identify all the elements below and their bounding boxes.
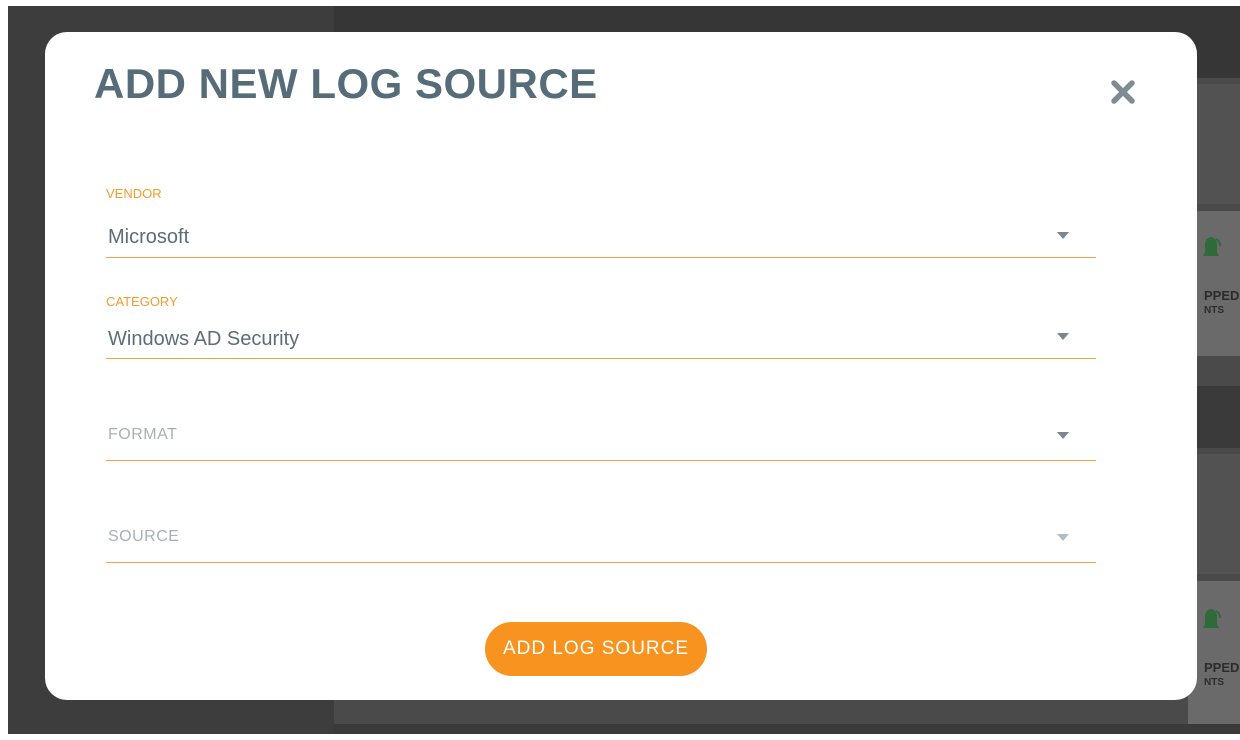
source-select[interactable]: SOURCE [106, 512, 1096, 563]
chevron-down-icon [1057, 534, 1069, 541]
dialog-title: ADD NEW LOG SOURCE [94, 60, 598, 107]
bell-icon [1203, 609, 1221, 628]
bell-icon [1203, 237, 1221, 256]
add-log-source-dialog: ADD NEW LOG SOURCE VENDOR Microsoft CATE… [45, 32, 1197, 700]
chevron-down-icon [1057, 432, 1069, 439]
vendor-value: Microsoft [108, 226, 190, 248]
add-log-source-button[interactable]: ADD LOG SOURCE [485, 622, 707, 676]
category-value: Windows AD Security [108, 328, 300, 350]
category-select[interactable]: CATEGORY Windows AD Security [106, 290, 1096, 359]
close-icon [1111, 80, 1135, 104]
vendor-label: VENDOR [106, 186, 162, 201]
source-placeholder: SOURCE [108, 528, 180, 545]
background-card-label: PPED NTS [1204, 288, 1240, 316]
chevron-down-icon [1057, 232, 1069, 239]
vendor-select[interactable]: VENDOR Microsoft [106, 182, 1096, 258]
background-footer [334, 724, 1240, 734]
chevron-down-icon [1057, 333, 1069, 340]
close-button[interactable] [1105, 74, 1141, 110]
format-placeholder: FORMAT [108, 426, 178, 443]
format-select[interactable]: FORMAT [106, 412, 1096, 461]
background-card-label: PPED NTS [1204, 660, 1240, 688]
category-label: CATEGORY [106, 294, 178, 309]
